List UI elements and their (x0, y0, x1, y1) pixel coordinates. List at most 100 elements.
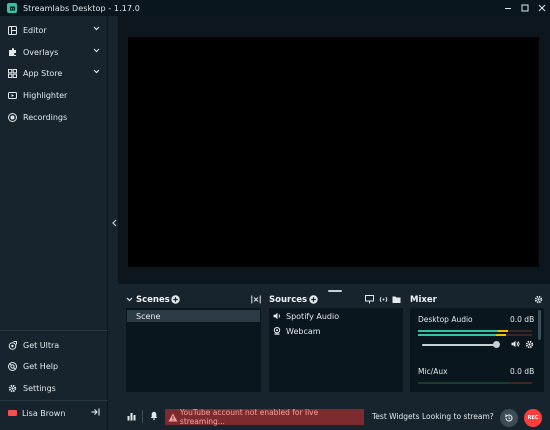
sidebar-item-label: Get Ultra (23, 340, 60, 350)
volume-meter-level (418, 334, 496, 336)
sidebar-item-label: Get Help (23, 361, 59, 371)
record-icon (8, 112, 17, 122)
channel-db: 0.0 dB (510, 315, 535, 324)
source-filters-button[interactable] (379, 295, 388, 304)
chevron-down-icon (126, 297, 133, 302)
user-name: Lisa Brown (22, 408, 66, 418)
sidebar-item-editor[interactable]: Editor (0, 20, 108, 40)
maximize-button[interactable] (516, 0, 533, 16)
record-button[interactable]: REC (524, 409, 542, 427)
channel-settings-button[interactable] (525, 340, 534, 349)
sidebar-item-label: Recordings (23, 112, 68, 122)
ultra-icon (8, 340, 17, 350)
volume-meter-level (418, 382, 510, 384)
footer-divider (142, 410, 143, 423)
sidebar-item-label: Overlays (23, 47, 59, 57)
add-scene-button[interactable] (171, 295, 180, 304)
add-folder-button[interactable] (392, 295, 401, 304)
transition-icon (251, 295, 261, 304)
sidebar-divider (0, 400, 108, 401)
plus-circle-icon (309, 295, 318, 304)
volume-slider-handle[interactable] (493, 341, 500, 348)
sidebar-item-label: Highlighter (23, 90, 68, 100)
sources-title: Sources (269, 294, 308, 305)
chevron-left-icon (111, 219, 116, 227)
store-icon (8, 68, 17, 78)
replay-buffer-button[interactable] (500, 409, 518, 427)
channel-name: Desktop Audio (418, 315, 473, 324)
source-name: Spotify Audio (286, 311, 340, 321)
close-button[interactable] (533, 0, 550, 16)
list-item[interactable]: Spotify Audio (273, 310, 339, 322)
sources-header: Sources (269, 293, 307, 306)
list-item[interactable]: Scene (127, 310, 260, 322)
add-source-button[interactable] (309, 295, 318, 304)
performance-button[interactable] (127, 412, 136, 421)
volume-meter-level (418, 330, 498, 332)
channel-db: 0.0 dB (510, 367, 535, 376)
sidebar-item-settings[interactable]: Settings (0, 378, 108, 398)
scenes-header: Scenes (126, 293, 170, 306)
mixer-settings-button[interactable] (534, 295, 543, 304)
sidebar-item-get-help[interactable]: Get Help (0, 356, 108, 376)
source-name: Webcam (286, 326, 321, 336)
warning-icon (168, 413, 178, 421)
sidebar-item-label: App Store (23, 68, 63, 78)
looking-to-stream-link[interactable]: Looking to stream? (422, 412, 494, 421)
highlighter-icon (8, 91, 17, 100)
scene-transitions-button[interactable] (251, 295, 261, 304)
volume-meter-peak (498, 330, 508, 332)
help-icon (8, 361, 17, 371)
mixer-title: Mixer (410, 294, 437, 305)
webcam-icon (273, 327, 281, 335)
volume-slider[interactable] (422, 344, 497, 346)
stream-warning-banner[interactable]: YouTube account not enabled for live str… (165, 408, 364, 426)
plus-circle-icon (171, 295, 180, 304)
mute-button[interactable] (511, 340, 520, 348)
sidebar-item-label: Settings (23, 383, 56, 393)
volume-meter-peak (496, 334, 506, 336)
window-title: Streamlabs Desktop - 1.17.0 (23, 3, 140, 13)
gear-icon (534, 295, 543, 304)
sidebar-item-get-ultra[interactable]: Get Ultra (0, 335, 108, 355)
sidebar-item-overlays[interactable]: Overlays (0, 42, 108, 62)
bell-icon (150, 411, 158, 420)
sidebar-collapse-button[interactable] (110, 218, 118, 228)
gear-icon (525, 340, 534, 349)
sidebar-item-recordings[interactable]: Recordings (0, 107, 108, 127)
chevron-down-icon (93, 26, 100, 31)
replay-icon (504, 414, 513, 422)
test-widgets-link[interactable]: Test Widgets (372, 412, 419, 421)
sidebar-item-highlighter[interactable]: Highlighter (0, 85, 108, 105)
title-bar: Streamlabs Desktop - 1.17.0 (0, 0, 550, 16)
logout-icon[interactable] (91, 408, 100, 416)
scenes-title: Scenes (136, 294, 170, 305)
stream-preview[interactable] (128, 37, 539, 267)
list-item[interactable]: Webcam (273, 325, 321, 337)
chevron-down-icon (93, 69, 100, 74)
chevron-down-icon (93, 48, 100, 53)
sidebar-item-label: Editor (23, 25, 47, 35)
mixer-scrollbar[interactable] (538, 310, 541, 340)
user-account[interactable]: Lisa Brown (0, 403, 108, 423)
layout-icon (8, 25, 17, 35)
streamlabs-logo-icon (7, 3, 17, 13)
gear-icon (8, 384, 17, 393)
maximize-icon (521, 4, 528, 12)
panel-resize-handle[interactable] (328, 290, 342, 292)
close-icon (538, 4, 545, 12)
folder-icon (392, 296, 401, 303)
scene-name: Scene (136, 311, 161, 321)
warning-text: YouTube account not enabled for live str… (179, 408, 319, 426)
youtube-icon (8, 410, 17, 416)
sidebar-divider (0, 330, 108, 331)
minimize-button[interactable] (499, 0, 516, 16)
notifications-button[interactable] (150, 411, 158, 420)
source-properties-button[interactable] (365, 295, 374, 304)
mixer-header: Mixer (410, 293, 437, 306)
sidebar-item-app-store[interactable]: App Store (0, 63, 108, 83)
bar-chart-icon (127, 413, 136, 421)
minimize-icon (504, 8, 511, 9)
speaker-icon (273, 312, 280, 320)
speaker-icon (511, 340, 520, 348)
